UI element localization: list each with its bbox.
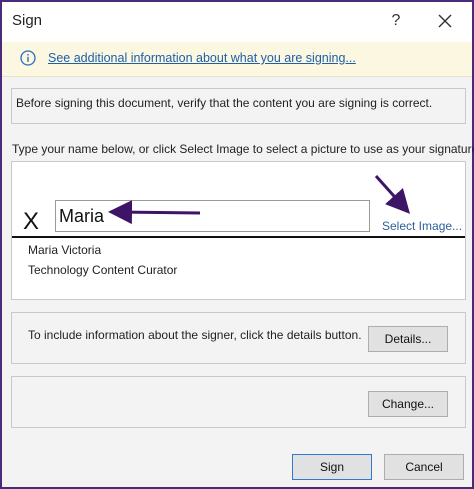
signer-name: Maria Victoria [28, 243, 102, 257]
additional-info-link[interactable]: See additional information about what yo… [48, 51, 356, 65]
signing-certificate-box: Change... [11, 376, 466, 428]
signer-title: Technology Content Curator [28, 263, 178, 277]
signature-area: X Select Image... Maria Victoria Technol… [11, 161, 466, 300]
signature-name-input[interactable] [55, 200, 370, 232]
change-button[interactable]: Change... [368, 391, 448, 417]
verify-message-box: Before signing this document, verify tha… [11, 88, 466, 124]
verify-text: Before signing this document, verify tha… [16, 96, 433, 110]
details-button[interactable]: Details... [368, 326, 448, 352]
signature-x-mark: X [23, 208, 40, 235]
info-icon [20, 50, 36, 66]
signer-details-box: To include information about the signer,… [11, 312, 466, 364]
title-bar: Sign ? [2, 2, 472, 42]
dialog-title: Sign [12, 12, 43, 29]
signature-line [12, 236, 465, 238]
cancel-button[interactable]: Cancel [384, 454, 464, 480]
details-instruction: To include information about the signer,… [28, 328, 362, 342]
select-image-link[interactable]: Select Image... [382, 219, 462, 233]
signature-instruction: Type your name below, or click Select Im… [12, 142, 474, 156]
sign-button[interactable]: Sign [292, 454, 372, 480]
info-bar: See additional information about what yo… [2, 42, 472, 77]
close-icon[interactable] [434, 10, 456, 32]
help-icon[interactable]: ? [386, 10, 406, 32]
sign-dialog: Sign ? See additional information about … [0, 0, 474, 489]
